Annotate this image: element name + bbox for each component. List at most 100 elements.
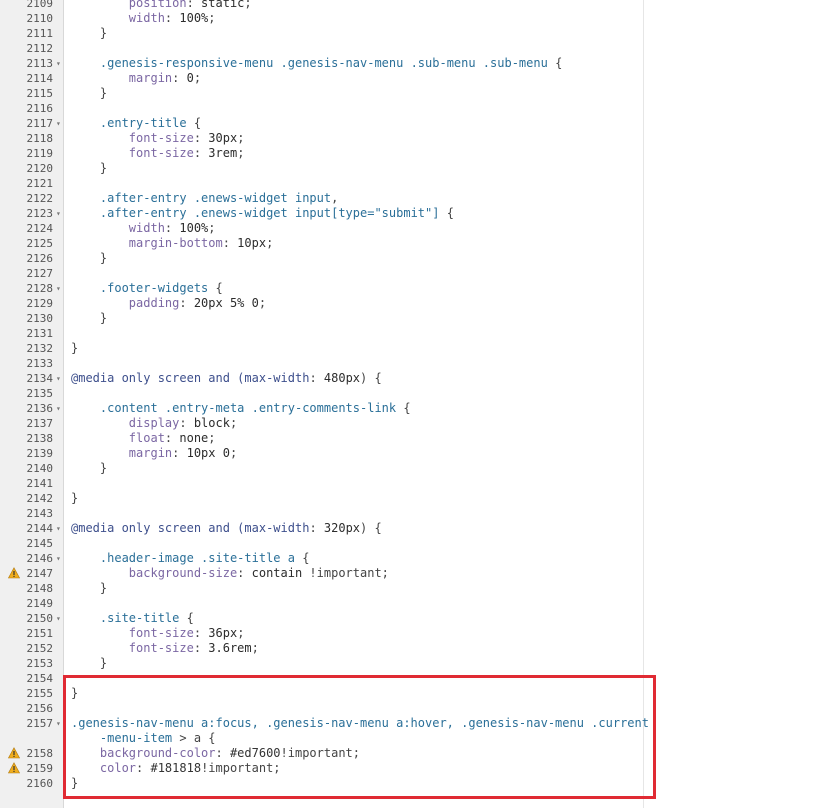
fold-toggle-icon[interactable]: ▾ [56, 716, 61, 731]
code-line[interactable]: 2150 ▾ .site-title { [0, 611, 643, 626]
line-number: 2149 [26, 597, 54, 610]
code-line[interactable]: 2139 margin: 10px 0; [0, 446, 643, 461]
code-line[interactable]: 2123 ▾ .after-entry .enews-widget input[t… [0, 206, 643, 221]
fold-toggle-icon[interactable]: ▾ [56, 371, 61, 386]
warning-icon[interactable] [8, 567, 20, 579]
code-line[interactable]: 2133 [0, 356, 643, 371]
code-line[interactable]: 2130 } [0, 311, 643, 326]
line-number: 2134 [26, 372, 54, 385]
code-token: .genesis-responsive-menu .genesis-nav-me… [99, 56, 548, 70]
fold-toggle-icon[interactable]: ▾ [56, 521, 61, 536]
code-text: float: none; [71, 431, 216, 446]
code-token: : [309, 371, 324, 385]
code-token: 0 [186, 71, 194, 85]
code-line[interactable]: 2145 [0, 536, 643, 551]
line-number: 2131 [26, 327, 54, 340]
code-line[interactable]: 2159 color: #181818!important; [0, 761, 643, 776]
code-text: } [71, 686, 78, 701]
code-line[interactable]: 2153 } [0, 656, 643, 671]
code-token: ; [229, 416, 238, 430]
code-line[interactable]: -menu-item > a { [0, 731, 643, 746]
fold-toggle-icon[interactable]: ▾ [56, 611, 61, 626]
code-line[interactable]: 2120 } [0, 161, 643, 176]
code-line[interactable]: 2134 ▾ @media only screen and (max-width: … [0, 371, 643, 386]
fold-toggle-icon[interactable]: ▾ [56, 56, 61, 71]
code-line[interactable]: 2128 ▾ .footer-widgets { [0, 281, 643, 296]
code-line[interactable]: 2144 ▾ @media only screen and (max-width: … [0, 521, 643, 536]
line-number: 2122 [26, 192, 54, 205]
code-token: : [164, 221, 180, 235]
code-line[interactable]: 2160} [0, 776, 643, 791]
code-line[interactable]: 2151 font-size: 36px; [0, 626, 643, 641]
code-line[interactable]: 2111 } [0, 26, 643, 41]
code-text: .after-entry .enews-widget input[type="s… [71, 206, 454, 221]
line-number: 2127 [26, 267, 54, 280]
code-line[interactable]: 2131 [0, 326, 643, 341]
code-line[interactable]: 2152 font-size: 3.6rem; [0, 641, 643, 656]
code-line[interactable]: 2116 [0, 101, 643, 116]
code-token: } [71, 776, 79, 790]
code-text: .header-image .site-title a { [71, 551, 310, 566]
code-line[interactable]: 2142} [0, 491, 643, 506]
fold-toggle-icon[interactable]: ▾ [56, 116, 61, 131]
code-line[interactable]: 2126 } [0, 251, 643, 266]
code-token: .site-title [99, 611, 180, 625]
code-line[interactable]: 2119 font-size: 3rem; [0, 146, 643, 161]
code-token: : [172, 71, 187, 85]
code-line[interactable]: 2137 display: block; [0, 416, 643, 431]
code-line[interactable]: 2157 ▾ .genesis-nav-menu a:focus, .genesis… [0, 716, 649, 731]
code-line[interactable]: 2110 width: 100%; [0, 11, 643, 26]
code-line[interactable]: 2114 margin: 0; [0, 71, 643, 86]
fold-toggle-icon[interactable]: ▾ [56, 401, 61, 416]
code-line[interactable]: 2143 [0, 506, 643, 521]
code-text: background-color: #ed7600!important; [71, 746, 360, 761]
code-token: contain [251, 566, 303, 580]
code-line[interactable]: 2146 ▾ .header-image .site-title a { [0, 551, 643, 566]
code-line[interactable]: 2109 position: static; [0, 0, 643, 11]
code-line[interactable]: 2113 ▾ .genesis-responsive-menu .genesis-… [0, 56, 643, 71]
code-line[interactable]: 2149 [0, 596, 643, 611]
code-line[interactable]: 2125 margin-bottom: 10px; [0, 236, 643, 251]
code-line[interactable]: 2127 [0, 266, 643, 281]
code-line[interactable]: 2124 width: 100%; [0, 221, 643, 236]
code-line[interactable]: 2155} [0, 686, 643, 701]
line-number: 2109 [26, 0, 54, 10]
code-line[interactable]: 2136 ▾ .content .entry-meta .entry-commen… [0, 401, 643, 416]
code-line[interactable]: 2132} [0, 341, 643, 356]
code-line[interactable]: 2154 [0, 671, 643, 686]
code-line[interactable]: 2147 background-size: contain !important… [0, 566, 643, 581]
code-line[interactable]: 2122 .after-entry .enews-widget input, [0, 191, 643, 206]
code-line[interactable]: 2117 ▾ .entry-title { [0, 116, 643, 131]
line-number: 2116 [26, 102, 54, 115]
fold-toggle-icon[interactable]: ▾ [56, 551, 61, 566]
line-number: 2120 [26, 162, 54, 175]
code-line[interactable]: 2138 float: none; [0, 431, 643, 446]
code-line[interactable]: 2140 } [0, 461, 643, 476]
code-line[interactable]: 2121 [0, 176, 643, 191]
warning-icon[interactable] [8, 762, 20, 774]
code-line[interactable]: 2156 [0, 701, 643, 716]
code-line[interactable]: 2129 padding: 20px 5% 0; [0, 296, 643, 311]
code-token: .after-entry .enews-widget input [99, 191, 332, 205]
code-line[interactable]: 2148 } [0, 581, 643, 596]
warning-icon[interactable] [8, 747, 20, 759]
line-number: 2130 [26, 312, 54, 325]
code-line[interactable]: 2115 } [0, 86, 643, 101]
fold-toggle-icon[interactable]: ▾ [56, 206, 61, 221]
code-line[interactable]: 2135 [0, 386, 643, 401]
code-token: : [172, 446, 187, 460]
code-line[interactable]: 2141 [0, 476, 643, 491]
code-editor[interactable]: 2109 position: static; 2110 width: 100%; 2… [0, 0, 833, 808]
line-number: 2124 [26, 222, 54, 235]
code-token: } [71, 161, 108, 175]
fold-toggle-icon[interactable]: ▾ [56, 281, 61, 296]
code-line[interactable]: 2118 font-size: 30px; [0, 131, 643, 146]
code-token: 3.6rem [208, 641, 252, 655]
code-line[interactable]: 2112 [0, 41, 643, 56]
code-line[interactable]: 2158 background-color: #ed7600!important… [0, 746, 643, 761]
